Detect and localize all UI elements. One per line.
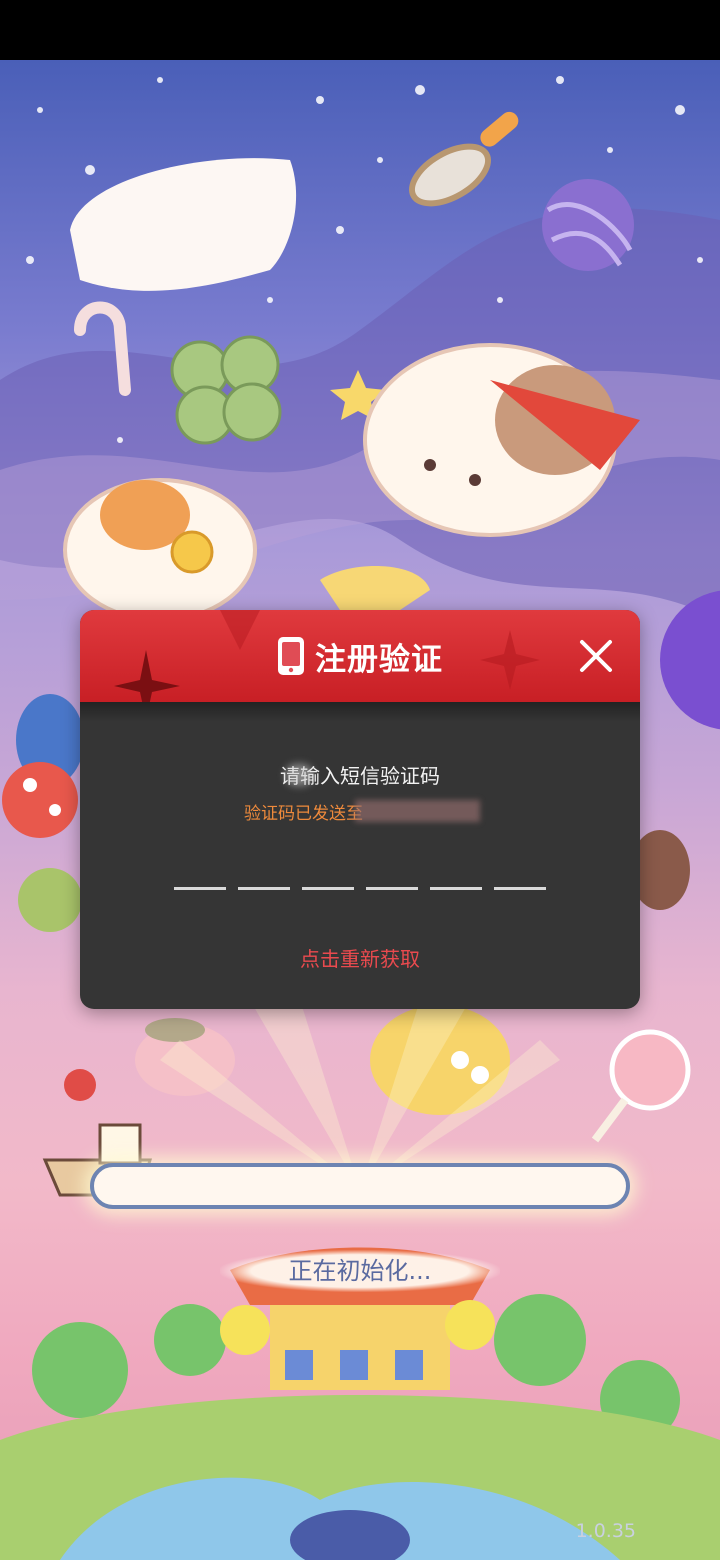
loading-progress-bar — [90, 1163, 630, 1209]
resend-code-link[interactable]: 点击重新获取 — [80, 943, 640, 972]
status-bar — [0, 0, 720, 60]
version-label: 1.0.35 — [575, 1520, 636, 1542]
dialog-title: 注册验证 — [315, 641, 443, 678]
redaction-blur — [285, 764, 313, 786]
code-digit-slot[interactable] — [366, 887, 418, 890]
code-digit-slot[interactable] — [238, 887, 290, 890]
code-sent-text: 验证码已发送至 — [244, 804, 363, 824]
sms-code-input[interactable] — [174, 887, 554, 891]
close-icon — [580, 640, 612, 672]
phone-number-redacted — [355, 800, 480, 822]
code-digit-slot[interactable] — [430, 887, 482, 890]
close-button[interactable] — [574, 634, 618, 678]
phone-icon — [277, 636, 305, 676]
code-digit-slot[interactable] — [302, 887, 354, 890]
sms-code-prompt: 请输入短信验证码 — [280, 764, 440, 788]
loading-status: 正在初始化... — [220, 1250, 500, 1292]
code-digit-slot[interactable] — [494, 887, 546, 890]
header-shadow — [80, 702, 640, 722]
dialog-title-row: 注册验证 — [80, 634, 640, 678]
dialog-header: 注册验证 — [80, 610, 640, 702]
code-digit-slot[interactable] — [174, 887, 226, 890]
